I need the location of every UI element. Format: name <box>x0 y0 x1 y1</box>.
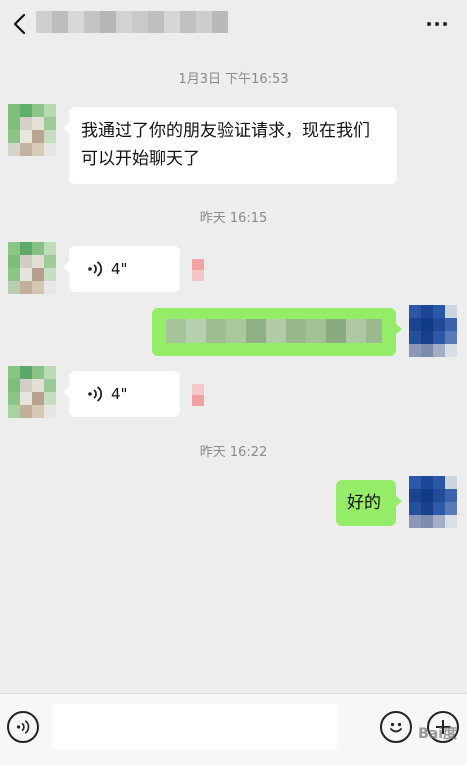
blurred-text <box>166 319 382 343</box>
unread-indicator-blurred <box>192 384 204 406</box>
voice-input-button[interactable] <box>7 711 39 743</box>
timestamp: 昨天 16:22 <box>199 445 268 460</box>
contact-avatar[interactable] <box>8 366 56 418</box>
more-button[interactable] <box>421 10 453 38</box>
voice-duration: 4" <box>111 385 128 403</box>
message-input[interactable] <box>52 704 338 750</box>
my-avatar[interactable] <box>409 476 457 528</box>
watermark: Bai度 <box>418 726 457 742</box>
contact-avatar[interactable] <box>8 104 56 156</box>
voice-message-bubble[interactable]: 4" <box>63 246 180 292</box>
voice-duration: 4" <box>111 260 128 278</box>
chat-title-blurred <box>36 11 228 33</box>
timestamp: 1月3日 下午16:53 <box>178 72 289 87</box>
my-avatar[interactable] <box>409 305 457 357</box>
message-text: 好的 <box>347 493 381 513</box>
back-button[interactable] <box>6 8 34 40</box>
sent-message-bubble[interactable]: 好的 <box>336 480 402 526</box>
message-text: 我通过了你的朋友验证请求，现在我们可以开始聊天了 <box>81 121 370 169</box>
contact-avatar[interactable] <box>8 242 56 294</box>
voice-icon <box>16 720 30 734</box>
unread-indicator-blurred <box>192 259 204 281</box>
chevron-left-icon <box>13 13 26 35</box>
more-dots-icon <box>427 22 431 26</box>
voice-wave-icon <box>88 386 102 402</box>
voice-wave-icon <box>88 261 102 277</box>
timestamp: 昨天 16:15 <box>199 211 268 226</box>
emoji-button[interactable] <box>380 711 412 743</box>
chat-header <box>0 0 467 48</box>
sent-message-bubble-blurred[interactable] <box>152 308 402 356</box>
voice-message-bubble[interactable]: 4" <box>63 371 180 417</box>
received-message-bubble[interactable]: 我通过了你的朋友验证请求，现在我们可以开始聊天了 <box>63 107 397 184</box>
emoji-icon <box>390 722 402 733</box>
input-toolbar: Bai度 <box>0 693 467 765</box>
